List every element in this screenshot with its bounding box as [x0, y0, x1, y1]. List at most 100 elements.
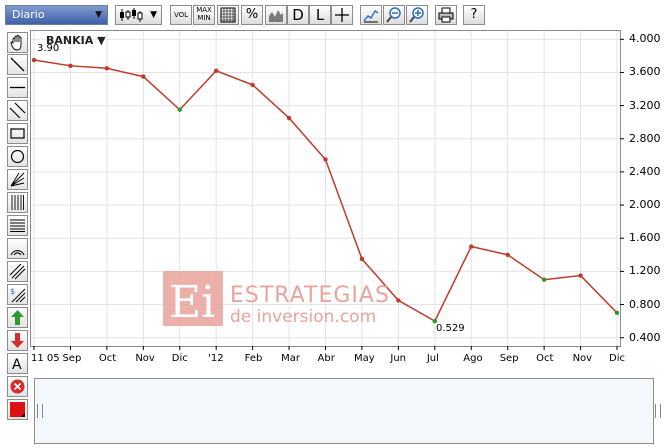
chevron-down-icon: ▼	[150, 10, 157, 20]
l-button[interactable]: L	[309, 5, 331, 25]
rectangle-tool-button[interactable]	[7, 123, 28, 144]
grid-button[interactable]	[217, 5, 239, 25]
rectangle-icon	[10, 128, 25, 139]
x-tick-label: Dic	[171, 353, 188, 364]
y-tick-label: 4.000	[629, 32, 661, 46]
gann-tool-button[interactable]	[7, 261, 28, 282]
x-tick-label: Jun	[390, 353, 406, 364]
high-annotation: 3.90	[37, 43, 60, 54]
text-tool-button[interactable]: A	[7, 353, 28, 374]
color-swatch-icon	[10, 402, 25, 417]
horizontal-line-icon	[10, 86, 25, 89]
x-tick-label: Feb	[244, 353, 263, 364]
x-tick-label: May	[353, 353, 375, 364]
y-tick-label: 1.200	[629, 264, 661, 278]
period-select[interactable]: Diario ▼	[5, 5, 108, 25]
toolbar: Diario ▼ ▼ VOL MAX MIN % D L ?	[0, 0, 667, 30]
dropdown-arrow-icon: ▼	[95, 10, 102, 20]
logo-ei-icon: Ei	[169, 277, 215, 328]
fibonacci-horizontal-button[interactable]	[7, 215, 28, 236]
period-label: Diario	[12, 8, 45, 21]
y-tick-label: 2.400	[629, 164, 661, 178]
arc-icon	[10, 250, 25, 256]
arrow-up-icon	[11, 310, 24, 325]
dollar-lines-button[interactable]: $	[7, 284, 28, 305]
x-tick-label: Oct	[98, 353, 117, 364]
printer-icon	[438, 7, 454, 23]
zoom-out-button[interactable]	[383, 5, 405, 25]
symbol-dropdown-icon: ▼	[97, 34, 106, 47]
svg-text:$: $	[10, 287, 15, 296]
x-tick-label: 11 05	[31, 353, 60, 364]
parallel-lines-icon	[9, 102, 26, 119]
color-picker-button[interactable]	[7, 399, 28, 420]
y-tick-label: 0.800	[629, 297, 661, 311]
volume-button[interactable]: VOL	[170, 5, 192, 25]
watermark-title: ESTRATEGIAS	[230, 283, 390, 308]
watermark-logo: Ei	[163, 271, 223, 328]
channel-tool-button[interactable]	[7, 100, 28, 121]
y-tick-label: 3.600	[629, 65, 661, 79]
x-tick-label: Oct	[536, 353, 554, 364]
arrow-down-icon	[11, 333, 24, 348]
chart-type-button[interactable]: ▼	[115, 5, 162, 25]
diagonal-lines-icon	[9, 263, 26, 280]
sell-signal-button[interactable]	[7, 330, 28, 351]
y-tick-label: 0.400	[629, 330, 661, 344]
x-tick-label: Nov	[135, 353, 155, 364]
zoom-out-icon	[386, 7, 401, 23]
zoom-in-button[interactable]	[406, 5, 428, 25]
svg-text:Ei: Ei	[169, 277, 215, 326]
buy-signal-button[interactable]	[7, 307, 28, 328]
x-tick-label: Mar	[281, 353, 300, 364]
line-tool-button[interactable]	[7, 54, 28, 75]
circle-icon	[10, 149, 25, 164]
x-tick-label: Sep	[62, 353, 82, 364]
horizontal-line-button[interactable]	[7, 77, 28, 98]
maxmin-button[interactable]: MAX MIN	[193, 5, 215, 25]
x-tick-label: Nov	[572, 353, 593, 364]
x-tick-label: Abr	[317, 353, 335, 364]
navigator-panel[interactable]	[34, 378, 654, 444]
x-tick-label: Jul	[426, 353, 439, 364]
y-tick-label: 2.800	[629, 131, 661, 145]
navigator-left-handle[interactable]	[37, 404, 43, 418]
help-button[interactable]: ?	[463, 5, 485, 25]
ellipse-tool-button[interactable]	[7, 146, 28, 167]
area-chart-button[interactable]	[265, 5, 287, 25]
x-tick-label: Dic	[609, 353, 625, 364]
x-tick-label: Ago	[463, 353, 483, 364]
hand-tool-button[interactable]	[7, 32, 28, 53]
navigator-right-handle[interactable]	[655, 404, 661, 418]
arc-tool-button[interactable]	[7, 238, 28, 259]
fan-tool-button[interactable]	[7, 169, 28, 190]
dollar-lines-icon: $	[10, 287, 26, 303]
fibonacci-vertical-button[interactable]	[7, 192, 28, 213]
delete-drawings-button[interactable]	[7, 376, 28, 397]
print-button[interactable]	[435, 5, 457, 25]
y-tick-label: 2.000	[629, 198, 661, 212]
fan-lines-icon	[10, 172, 25, 187]
horizontal-lines-icon	[10, 219, 25, 232]
vertical-lines-icon	[11, 195, 24, 210]
zoom-range-button[interactable]	[360, 5, 382, 25]
zoom-in-icon	[409, 7, 424, 23]
zoom-chart-icon	[363, 10, 379, 23]
area-chart-icon	[269, 10, 283, 22]
percent-button[interactable]: %	[241, 5, 263, 25]
low-annotation: 0.529	[436, 323, 465, 334]
y-tick-label: 1.600	[629, 231, 661, 245]
diagonal-line-icon	[10, 57, 25, 72]
y-tick-label: 3.200	[629, 98, 661, 112]
text-a-icon: A	[12, 357, 22, 372]
hand-icon	[10, 35, 22, 51]
close-circle-icon	[10, 379, 25, 394]
d-button[interactable]: D	[287, 5, 309, 25]
x-tick-label: '12	[208, 353, 224, 364]
crosshair-icon	[335, 8, 349, 22]
watermark-subtitle: de inversion.com	[230, 307, 377, 327]
grid-icon	[220, 7, 236, 23]
svg-text:A: A	[12, 357, 22, 372]
candlestick-icon	[120, 8, 143, 22]
crosshair-button[interactable]	[331, 5, 353, 25]
